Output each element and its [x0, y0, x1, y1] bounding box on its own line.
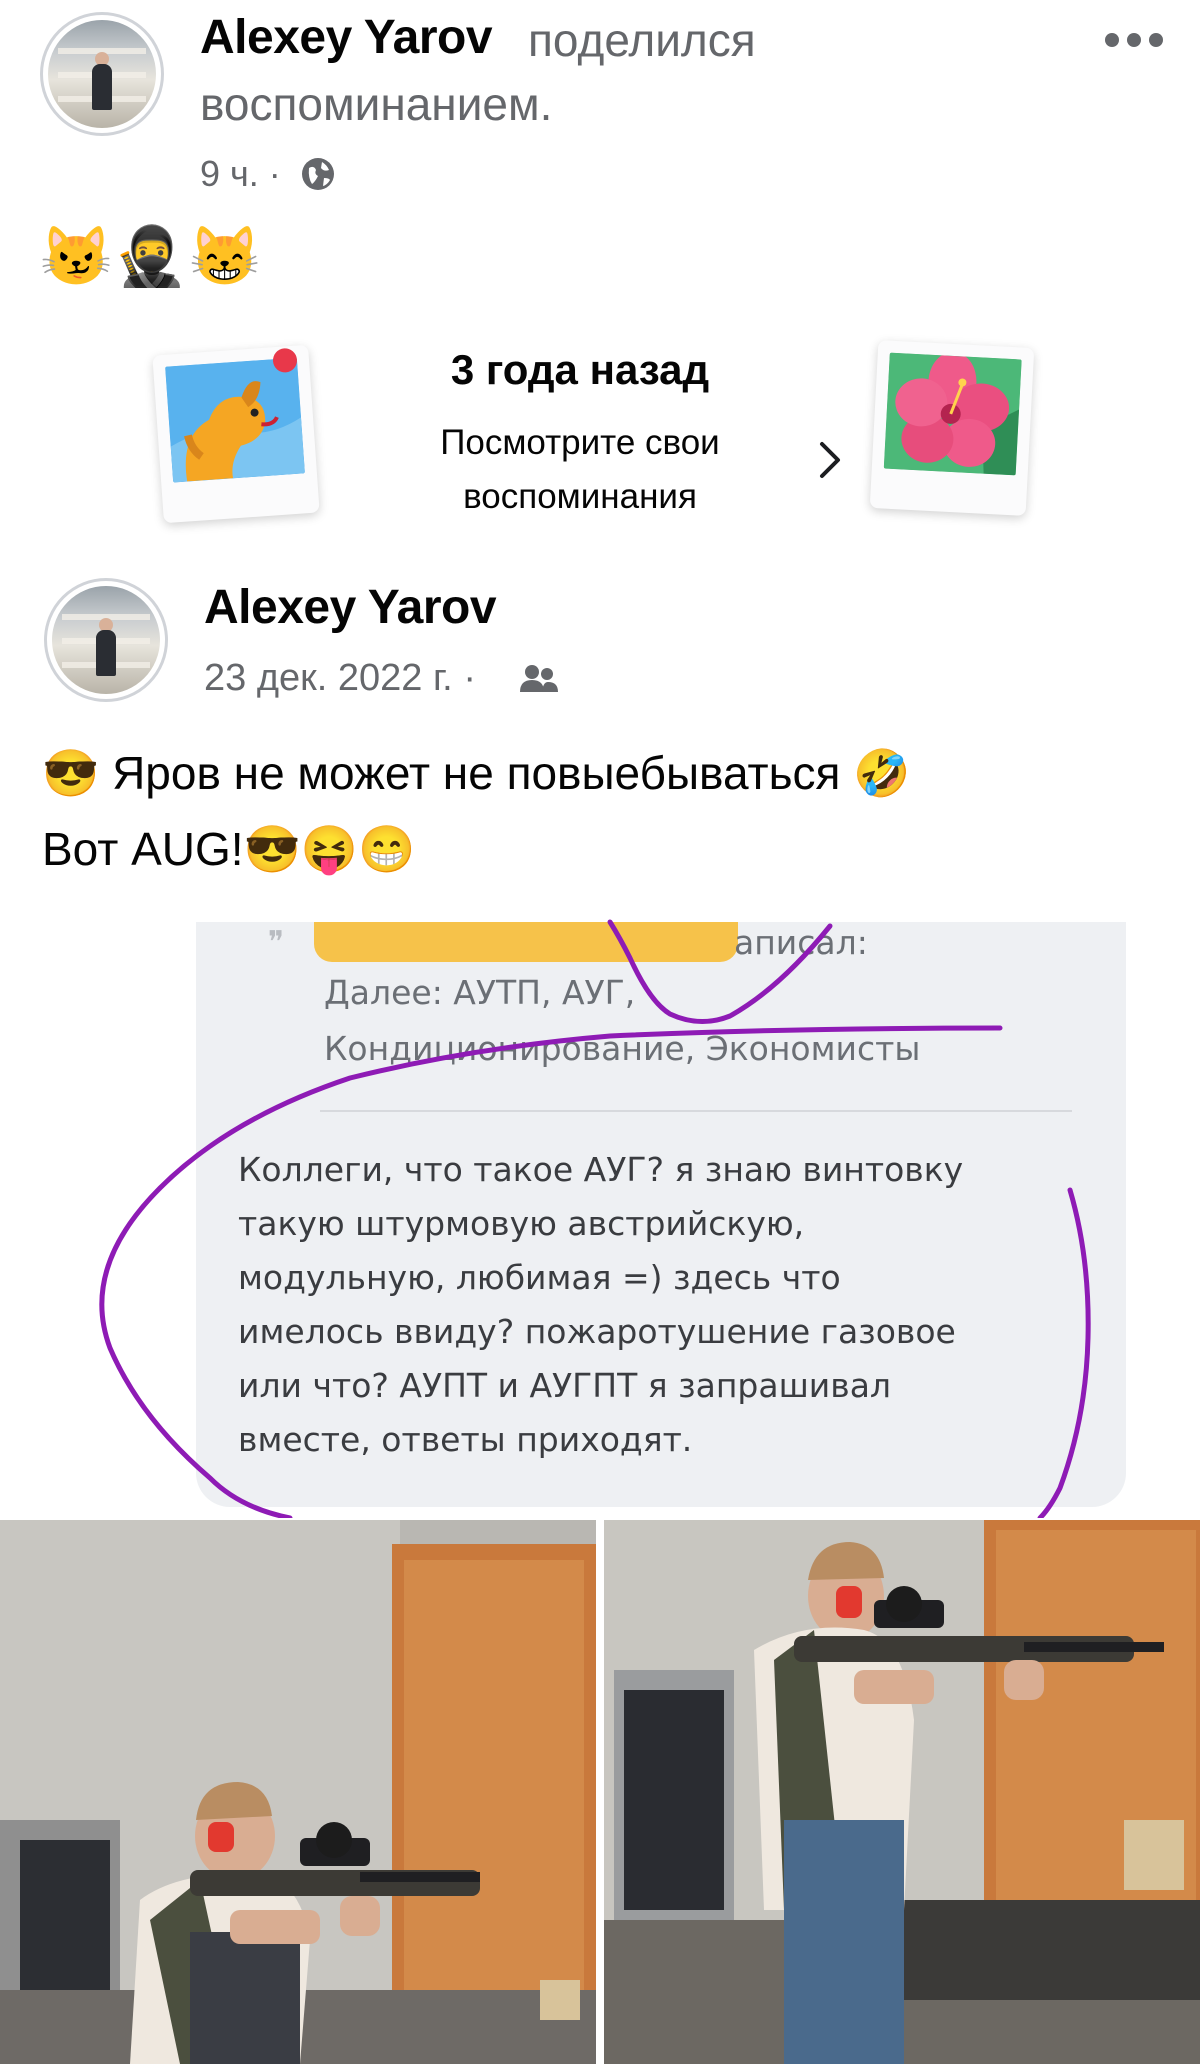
purple-annotation-scribble: [99, 919, 1091, 1518]
chevron-right-icon[interactable]: [818, 440, 842, 480]
share-emojis: 😼🥷😸: [40, 222, 263, 292]
share-action-line2: воспоминанием.: [200, 78, 553, 130]
share-action-line1: поделился: [528, 14, 756, 66]
post-author-avatar[interactable]: [44, 578, 168, 702]
post-date[interactable]: 23 дек. 2022 г. ·: [204, 654, 476, 702]
post-text-line1: 😎 Яров не может не повыебываться 🤣: [42, 742, 911, 804]
emoji-group: 😎😝😁: [243, 823, 416, 875]
emoji-rofl: 🤣: [853, 747, 911, 799]
photo-left[interactable]: [0, 1520, 596, 2064]
photo-right[interactable]: [604, 1520, 1200, 2064]
memory-card[interactable]: 3 года назад Посмотрите свои воспоминани…: [150, 330, 1050, 530]
post-author-name[interactable]: Alexey Yarov: [204, 580, 497, 636]
post-date-text: 23 дек. 2022 г.: [204, 657, 453, 699]
memory-subtitle-line2: воспоминания: [463, 477, 697, 516]
friends-icon: [518, 662, 560, 696]
emoji-3: 😸: [188, 224, 263, 289]
post-text-aug: Вот AUG!: [42, 823, 244, 875]
share-time-text: 9 ч.: [200, 153, 259, 194]
emoji-1: 😼: [40, 224, 115, 289]
author-avatar[interactable]: [40, 12, 164, 136]
separator: ·: [463, 657, 476, 699]
memory-subtitle-line1: Посмотрите свои: [440, 423, 720, 462]
share-time[interactable]: 9 ч. ·: [200, 150, 281, 198]
share-author-name[interactable]: Alexey Yarov: [200, 10, 493, 66]
memory-dog-illustration: [152, 344, 320, 524]
more-dots-icon[interactable]: [1102, 30, 1166, 50]
post-text-line2: Вот AUG!😎😝😁: [42, 818, 415, 880]
post-text-main: Яров не может не повыебываться: [112, 747, 841, 799]
emoji-sunglasses: 😎: [42, 747, 100, 799]
memory-flower-illustration: [869, 340, 1035, 516]
emoji-2: 🥷: [114, 224, 189, 289]
globe-icon: [300, 156, 336, 192]
memory-title: 3 года назад: [450, 346, 710, 393]
separator: ·: [268, 153, 281, 194]
